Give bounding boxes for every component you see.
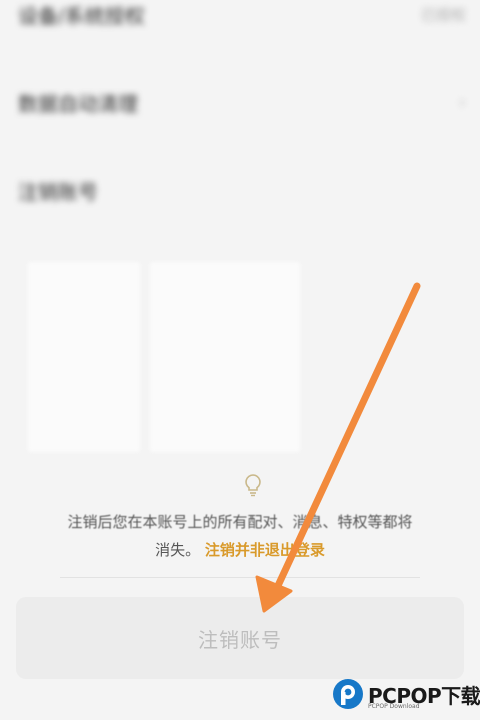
settings-row-authorization[interactable]: 设备/系统授权 已授权 <box>0 0 480 58</box>
notice-line-1: 注销后您在本账号上的所有配对、消息、特权等都将 <box>67 513 413 531</box>
notice-emphasis: 注销并非退出登录 <box>204 541 325 559</box>
divider <box>60 577 420 578</box>
deregister-notice: 注销后您在本账号上的所有配对、消息、特权等都将 消失。 注销并非退出登录 <box>0 508 480 564</box>
lightbulb-icon <box>240 472 266 498</box>
settings-row-deregister[interactable]: 注销账号 <box>0 146 480 234</box>
settings-list: 设备/系统授权 已授权 数据自动清理 › 注销账号 <box>0 0 480 245</box>
notice-line-2: 消失。 注销并非退出登录 <box>0 536 480 564</box>
settings-row-value: 已授权 <box>420 5 466 24</box>
settings-row-label: 数据自动清理 <box>18 91 138 116</box>
pcpop-logo-icon <box>333 679 363 709</box>
settings-row-auto-clean[interactable]: 数据自动清理 › <box>0 58 480 146</box>
settings-row-label: 注销账号 <box>18 179 98 204</box>
notice-text: 消失。 <box>155 541 201 559</box>
settings-row-label: 设备/系统授权 <box>18 3 145 28</box>
background-panel <box>28 262 140 452</box>
watermark-subtitle: PCPOP Download <box>368 703 420 710</box>
background-panel <box>150 262 300 452</box>
site-watermark: PCPOP下载 PCPOP Download <box>332 678 480 718</box>
chevron-right-icon: › <box>458 91 466 113</box>
deregister-account-button[interactable]: 注销账号 <box>16 597 464 679</box>
